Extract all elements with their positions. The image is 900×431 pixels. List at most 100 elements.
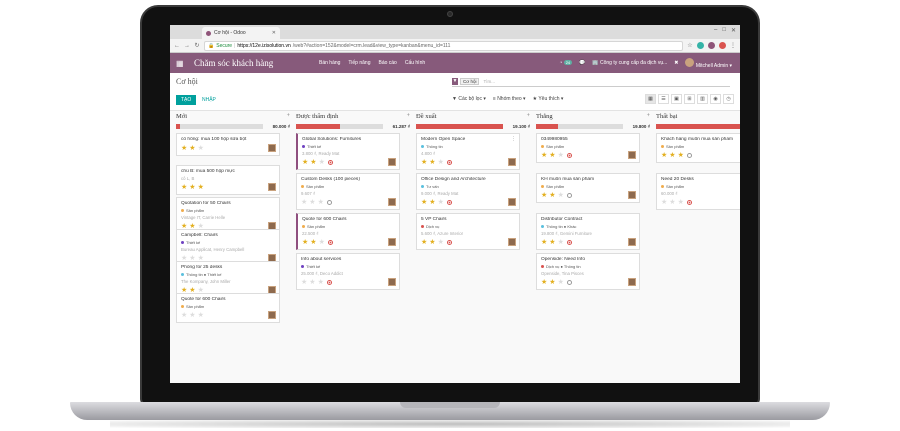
priority-star-icon[interactable]: ★ <box>661 199 667 206</box>
priority-star-icon[interactable]: ★ <box>429 239 435 246</box>
activity-status-icon[interactable] <box>566 239 572 245</box>
extension-red-icon[interactable] <box>719 42 726 49</box>
browser-tab[interactable]: Cơ hội - Odoo ✕ <box>202 27 280 39</box>
priority-star-icon[interactable]: ★ <box>429 199 435 206</box>
kanban-card[interactable]: Khách hàng muốn mua sản phẩm Sản phẩm ★ ★ ★ <box>656 133 740 163</box>
progress-bar[interactable] <box>296 123 383 129</box>
extension-odoo-icon[interactable] <box>708 42 715 49</box>
kanban-view-icon[interactable]: ▦ <box>645 94 656 104</box>
priority-star-icon[interactable]: ★ <box>421 199 427 206</box>
priority-star-icon[interactable]: ★ <box>558 239 564 246</box>
menu-item-reports[interactable]: Báo cáo <box>378 60 396 66</box>
priority-star-icon[interactable]: ★ <box>319 159 325 166</box>
priority-star-icon[interactable]: ★ <box>301 199 307 206</box>
priority-star-icon[interactable]: ★ <box>301 279 307 286</box>
kanban-card[interactable]: Openside: Need Info Dịch vụ ● Thông tin Op… <box>536 253 640 290</box>
priority-star-icon[interactable]: ★ <box>302 239 308 246</box>
card-menu-icon[interactable]: ⋮ <box>511 136 516 142</box>
forward-icon[interactable]: → <box>184 43 190 49</box>
apps-grid-icon[interactable]: ▦ <box>176 59 190 68</box>
search-facet[interactable]: Cơ hội <box>460 78 480 85</box>
priority-star-icon[interactable]: ★ <box>181 184 187 191</box>
priority-star-icon[interactable]: ★ <box>198 184 204 191</box>
kanban-card[interactable]: Modern Open Space Thông tin 4.800 ₫ ★ ★ ★ ⋮ <box>416 133 520 170</box>
kanban-card[interactable]: Need 20 Desks Sản phẩm 60.000 ₫ ★ ★ ★ <box>656 173 740 210</box>
activity-status-icon[interactable] <box>566 279 572 285</box>
kanban-card[interactable]: 5 VP Chairs Dịch vụ 5.600 ₫, Azure Interio… <box>416 213 520 250</box>
kanban-card[interactable]: Quote for 600 Chairs Sản phẩm ★ ★ ★ <box>176 293 280 323</box>
priority-star-icon[interactable]: ★ <box>558 152 564 159</box>
create-button[interactable]: TẠO <box>176 95 197 105</box>
add-card-icon[interactable]: + <box>647 113 650 119</box>
activity-view-icon[interactable]: ◷ <box>723 94 734 104</box>
priority-star-icon[interactable]: ★ <box>438 159 444 166</box>
priority-star-icon[interactable]: ★ <box>319 239 325 246</box>
priority-star-icon[interactable]: ★ <box>549 239 555 246</box>
favorites-dropdown[interactable]: ★ Yêu thích ▾ <box>533 96 564 102</box>
priority-star-icon[interactable]: ★ <box>669 199 675 206</box>
back-icon[interactable]: ← <box>174 43 180 49</box>
kanban-card[interactable]: Custom Desks (100 pieces) Sản phẩm 9.607 ₫… <box>296 173 400 210</box>
kanban-card[interactable]: cô hồng: mua 100 hộp sữa bột ★ ★ ★ <box>176 133 280 156</box>
app-brand[interactable]: Chăm sóc khách hàng <box>194 58 319 68</box>
progress-bar[interactable] <box>536 123 623 129</box>
priority-star-icon[interactable]: ★ <box>541 239 547 246</box>
kanban-card[interactable]: Info about services Thiết kế 25.000 ₫, Dec… <box>296 253 400 290</box>
priority-star-icon[interactable]: ★ <box>549 152 555 159</box>
user-menu[interactable]: Mitchell Admin ▾ <box>685 57 732 69</box>
priority-star-icon[interactable]: ★ <box>438 199 444 206</box>
priority-star-icon[interactable]: ★ <box>302 159 308 166</box>
graph-view-icon[interactable]: ▥ <box>697 94 708 104</box>
url-field[interactable]: 🔒 Secure | https://12e.izisolution.vn/we… <box>204 40 683 51</box>
list-view-icon[interactable]: ☰ <box>658 94 669 104</box>
progress-bar[interactable] <box>416 123 503 129</box>
priority-star-icon[interactable]: ★ <box>181 145 187 152</box>
import-button[interactable]: NHẬP <box>202 97 216 103</box>
menu-item-config[interactable]: Cấu hình <box>405 60 425 66</box>
minimize-icon[interactable]: – <box>714 27 717 34</box>
priority-star-icon[interactable]: ★ <box>549 279 555 286</box>
kanban-card[interactable]: 0349980955 Sản phẩm ★ ★ ★ <box>536 133 640 163</box>
kanban-card[interactable]: Distributor Contract Thông tin ● Khác 19.8… <box>536 213 640 250</box>
reload-icon[interactable]: ↻ <box>194 42 200 49</box>
activity-status-icon[interactable] <box>446 239 452 245</box>
activity-status-icon[interactable] <box>326 199 332 205</box>
priority-star-icon[interactable]: ★ <box>541 192 547 199</box>
kanban-card[interactable]: chú B: mua 500 hộp mực cô L, B ★ ★ ★ <box>176 165 280 195</box>
priority-star-icon[interactable]: ★ <box>189 184 195 191</box>
priority-star-icon[interactable]: ★ <box>318 279 324 286</box>
activity-status-icon[interactable] <box>566 192 572 198</box>
priority-star-icon[interactable]: ★ <box>549 192 555 199</box>
progress-bar[interactable] <box>176 123 263 129</box>
activity-icon[interactable]: ◔ 24 <box>559 60 573 66</box>
priority-star-icon[interactable]: ★ <box>309 199 315 206</box>
kanban-card[interactable]: Office Design and Architecture Tư vấn 9.00… <box>416 173 520 210</box>
kanban-card[interactable]: KH muốn mua sản phẩm Sản phẩm ★ ★ ★ <box>536 173 640 203</box>
kanban-card[interactable]: Global Solutions: Furnitures Thiết kế 3.80… <box>296 133 400 170</box>
kanban-card[interactable]: Quote for 600 Chairs Sản phẩm 22.500 ₫ ★ ★ ★ <box>296 213 400 250</box>
activity-status-icon[interactable] <box>686 152 692 158</box>
groupby-dropdown[interactable]: ≡ Nhóm theo ▾ <box>493 96 526 102</box>
extension-icon[interactable] <box>697 42 704 49</box>
priority-star-icon[interactable]: ★ <box>309 279 315 286</box>
priority-star-icon[interactable]: ★ <box>678 199 684 206</box>
filters-dropdown[interactable]: ▼ Các bộ lọc ▾ <box>452 96 486 102</box>
menu-item-leads[interactable]: Tiếp nâng <box>348 60 370 66</box>
priority-star-icon[interactable]: ★ <box>541 152 547 159</box>
window-close-icon[interactable]: ✕ <box>731 27 736 34</box>
search-input[interactable]: Tìm... <box>483 79 495 84</box>
calendar-view-icon[interactable]: ▣ <box>671 94 682 104</box>
priority-star-icon[interactable]: ★ <box>429 159 435 166</box>
priority-star-icon[interactable]: ★ <box>421 159 427 166</box>
priority-star-icon[interactable]: ★ <box>310 159 316 166</box>
add-card-icon[interactable]: + <box>407 113 410 119</box>
maximize-icon[interactable]: □ <box>722 27 726 34</box>
priority-star-icon[interactable]: ★ <box>558 192 564 199</box>
progress-bar[interactable] <box>656 123 740 129</box>
activity-status-icon[interactable] <box>326 279 332 285</box>
priority-star-icon[interactable]: ★ <box>318 199 324 206</box>
close-icon[interactable]: ✕ <box>272 30 276 36</box>
priority-star-icon[interactable]: ★ <box>558 279 564 286</box>
pivot-view-icon[interactable]: ⊞ <box>684 94 695 104</box>
priority-star-icon[interactable]: ★ <box>669 152 675 159</box>
